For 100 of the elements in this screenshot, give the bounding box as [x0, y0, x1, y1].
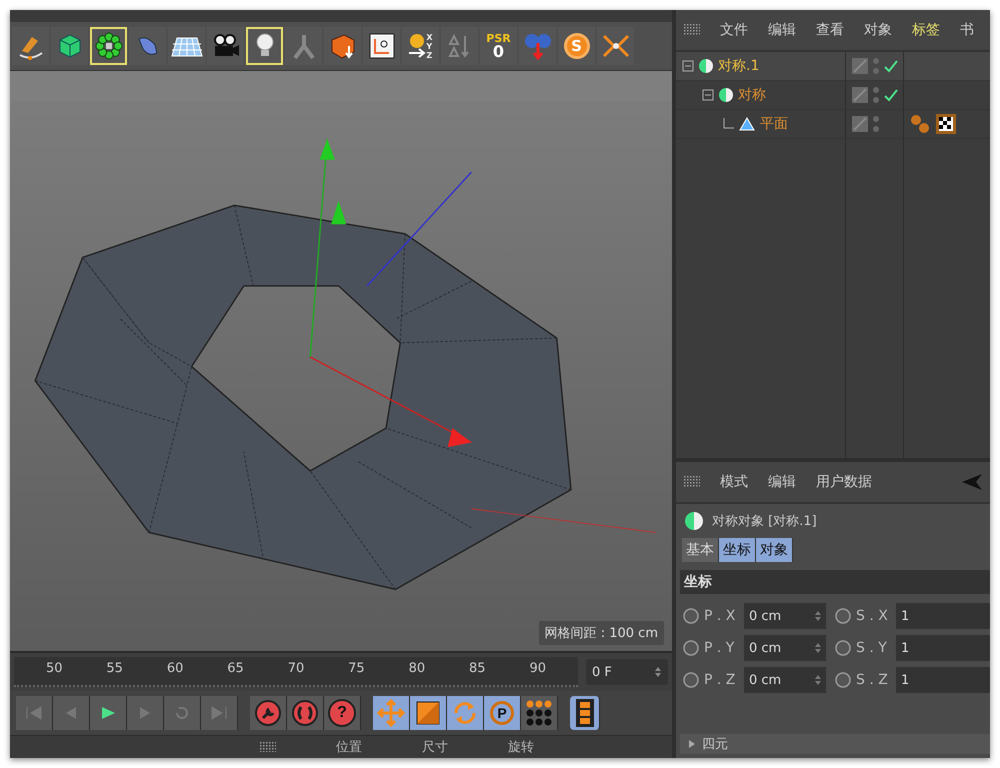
autokey-button[interactable]	[287, 696, 324, 730]
field-label: P . Z	[704, 672, 736, 688]
object-row[interactable]: 平面	[676, 110, 990, 139]
expand-icon	[688, 739, 696, 749]
menu-item[interactable]: 标签	[912, 21, 940, 39]
grip-icon	[684, 24, 700, 36]
collapse-icon	[682, 60, 694, 72]
frame-number: 80	[408, 660, 426, 676]
dots-tool-button[interactable]	[521, 696, 558, 730]
value-field[interactable]: 0 cm	[744, 603, 826, 629]
scale-tool-button[interactable]	[410, 696, 447, 730]
value-field[interactable]: 0 cm	[744, 635, 826, 661]
value-field[interactable]: 0 cm	[744, 667, 826, 693]
frame-number: 65	[227, 660, 244, 676]
spinner-icon	[815, 643, 821, 653]
radio-icon[interactable]	[682, 639, 700, 657]
visibility-dots-icon	[872, 115, 880, 133]
snap-icon: S	[564, 33, 590, 59]
field-label: S . Y	[856, 640, 888, 656]
key-button[interactable]	[250, 696, 287, 730]
check-icon[interactable]	[884, 88, 898, 102]
toolbar-button[interactable]: X Y Z	[402, 27, 439, 65]
toolbar-button[interactable]	[363, 27, 400, 65]
toolbar-button[interactable]: PSR 0	[480, 27, 517, 65]
value-field[interactable]: 1	[896, 667, 990, 693]
psr-value: 0	[492, 44, 504, 60]
radio-icon[interactable]	[682, 607, 700, 625]
value-field[interactable]: 1	[896, 635, 990, 661]
go-to-start-button[interactable]	[16, 696, 53, 730]
group-header[interactable]: 四元	[680, 734, 990, 754]
frame-number: 75	[348, 660, 365, 676]
menu-item[interactable]: 编辑	[768, 21, 796, 39]
cloner-icon	[94, 32, 122, 60]
frame-field[interactable]: 0 F	[586, 659, 668, 685]
radio-icon[interactable]	[834, 671, 852, 689]
move-tool-button[interactable]	[373, 696, 410, 730]
axis-icon	[408, 33, 426, 59]
menu-item[interactable]: 查看	[816, 21, 844, 39]
param-tool-button[interactable]: P	[484, 696, 521, 730]
menu-item[interactable]: 文件	[720, 21, 748, 39]
check-icon[interactable]	[884, 59, 898, 73]
layer-icon	[852, 116, 868, 132]
toolbar-button[interactable]	[168, 27, 205, 65]
tab[interactable]: 基本	[682, 538, 719, 562]
toolbar-button[interactable]	[207, 27, 244, 65]
loop-icon	[173, 705, 191, 721]
section-header: 坐标	[680, 570, 990, 594]
toolbar-button[interactable]	[324, 27, 361, 65]
frame-number: 50	[46, 660, 62, 676]
help-button[interactable]: ?	[324, 696, 361, 730]
frame-number: 90	[529, 660, 546, 676]
value-field[interactable]: 1	[896, 603, 990, 629]
grip-icon	[684, 476, 700, 488]
frame-number: 85	[469, 660, 486, 676]
radio-icon[interactable]	[834, 607, 852, 625]
box-icon	[328, 32, 356, 60]
move-icon	[377, 699, 405, 727]
timeline-button[interactable]	[570, 696, 600, 730]
menu-item[interactable]: 用户数据	[816, 473, 872, 491]
layer-icon	[852, 87, 868, 103]
joint-icon	[290, 32, 316, 60]
play-button[interactable]	[90, 696, 127, 730]
radio-icon[interactable]	[834, 639, 852, 657]
field-label: S . Z	[856, 672, 889, 688]
parameter-icon: P	[490, 701, 514, 725]
field-label: P . Y	[704, 640, 736, 656]
column-header: 旋转	[508, 739, 534, 756]
group-label: 四元	[702, 736, 728, 753]
spinner-icon	[815, 611, 821, 621]
symmetry-object-icon	[698, 58, 714, 74]
tab[interactable]: 对象	[756, 538, 793, 562]
spheres-icon	[522, 31, 552, 61]
menu-item[interactable]: 对象	[864, 21, 892, 39]
menu-item[interactable]: 编辑	[768, 473, 796, 491]
object-name: 对称.1	[718, 57, 760, 75]
axis-letter: X	[426, 32, 433, 42]
loop-button[interactable]	[164, 696, 201, 730]
symmetry-object-icon	[718, 87, 734, 103]
collapse-icon	[702, 89, 714, 101]
menu-item[interactable]: 模式	[720, 473, 748, 491]
object-name: 平面	[760, 115, 788, 133]
rotate-tool-button[interactable]	[447, 696, 484, 730]
tab[interactable]: 坐标	[719, 538, 756, 562]
play-icon	[99, 705, 117, 721]
go-to-end-button[interactable]	[201, 696, 238, 730]
spinner-icon	[815, 675, 821, 685]
visibility-dots-icon	[872, 57, 880, 75]
object-row[interactable]: 对称	[676, 81, 990, 110]
visibility-dots-icon	[872, 86, 880, 104]
key-icon	[255, 700, 281, 726]
object-name: 对称	[738, 86, 766, 104]
object-row[interactable]: 对称.1	[676, 52, 990, 81]
menu-item[interactable]: 书	[960, 21, 974, 39]
field-label: S . X	[856, 608, 889, 624]
radio-icon[interactable]	[682, 671, 700, 689]
spinner-icon	[654, 666, 662, 678]
grid-spacing-label: 网格间距 : 100 cm	[538, 621, 664, 645]
rewind-icon	[25, 705, 43, 721]
column-header: 位置	[336, 739, 362, 756]
frame-icon	[368, 33, 394, 59]
